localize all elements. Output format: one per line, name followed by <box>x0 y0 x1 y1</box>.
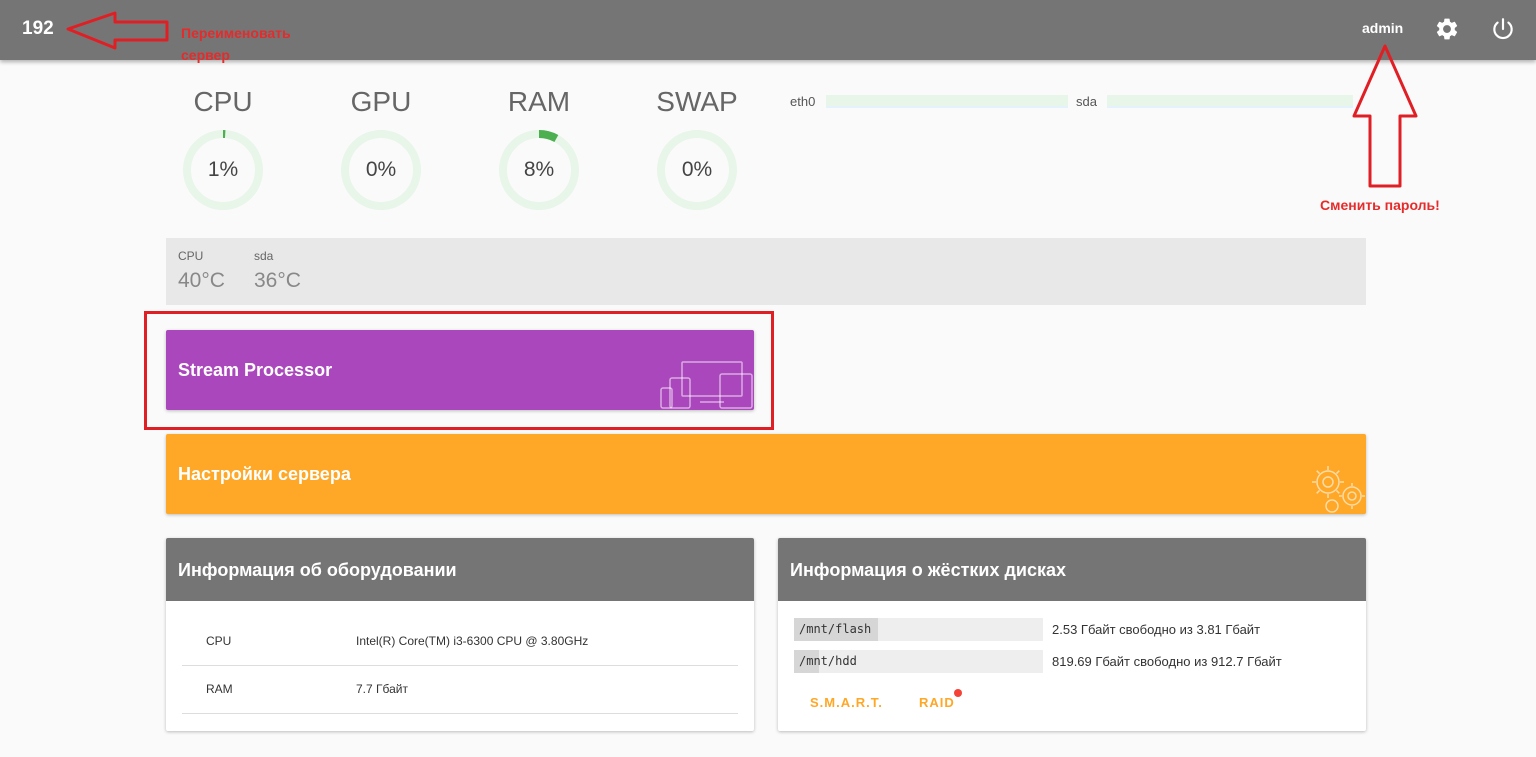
disk-path: /mnt/hdd <box>799 654 857 668</box>
gauge-ring: 0% <box>655 128 739 212</box>
devices-icon <box>660 360 754 410</box>
hw-key: RAM <box>206 682 233 696</box>
disk-path: /mnt/flash <box>799 622 872 636</box>
gauge-label: GPU <box>350 86 412 117</box>
card-title: Информация о жёстких дисках <box>790 560 1067 580</box>
card-header: Информация об оборудовании <box>166 538 754 601</box>
io-label-sda: sda <box>1076 94 1097 109</box>
gauge-label: CPU <box>193 86 253 117</box>
hw-value: Intel(R) Core(TM) i3-6300 CPU @ 3.80GHz <box>356 634 589 648</box>
smart-link[interactable]: S.M.A.R.T. <box>810 695 883 710</box>
server-name[interactable]: 192 <box>22 18 54 40</box>
gauge-gpu: GPU 0% <box>326 86 436 212</box>
card-header: Информация о жёстких дисках <box>778 538 1366 601</box>
io-bar-eth0 <box>826 95 1068 108</box>
annotation-change-password: Сменить пароль! <box>1320 197 1440 213</box>
gears-icon <box>1308 462 1366 514</box>
gauge-swap: SWAP 0% <box>642 86 752 212</box>
user-menu[interactable]: admin <box>1362 20 1403 36</box>
gauge-value: 0% <box>365 158 397 181</box>
disks-info-card: Информация о жёстких дисках /mnt/flash 2… <box>778 538 1366 731</box>
hw-value: 7.7 Гбайт <box>356 682 408 696</box>
disk-row: /mnt/flash 2.53 Гбайт свободно из 3.81 Г… <box>794 618 1334 642</box>
tile-title: Настройки сервера <box>178 464 351 484</box>
card-title: Информация об оборудовании <box>178 560 457 580</box>
gauge-cpu: CPU 1% <box>168 86 278 212</box>
gauge-ring: 8% <box>497 128 581 212</box>
gauge-ring: 1% <box>181 128 265 212</box>
gauge-label: RAM <box>507 86 571 117</box>
gauge-value: 0% <box>681 158 713 181</box>
temperature-panel: CPU 40°C sda 36°C <box>166 238 1366 305</box>
power-icon[interactable] <box>1490 16 1516 42</box>
table-row: RAM 7.7 Гбайт <box>182 666 738 714</box>
disk-usage-bar: /mnt/flash <box>794 618 1043 641</box>
annotation-rename-server: Переименовать сервер <box>181 25 291 63</box>
disk-info: 819.69 Гбайт свободно из 912.7 Гбайт <box>1052 654 1282 669</box>
stream-processor-tile[interactable]: Stream Processor <box>166 330 754 410</box>
io-label-eth0: eth0 <box>790 94 816 109</box>
gauge-ring: 0% <box>339 128 423 212</box>
temp-label: sda <box>254 249 274 263</box>
disk-row: /mnt/hdd 819.69 Гбайт свободно из 912.7 … <box>794 650 1334 674</box>
gauge-value: 1% <box>207 158 239 181</box>
temp-label: CPU <box>178 249 204 263</box>
temp-sda: sda 36°C <box>254 249 301 293</box>
disk-info: 2.53 Гбайт свободно из 3.81 Гбайт <box>1052 622 1261 637</box>
temp-value: 40°C <box>178 269 225 292</box>
raid-alert-dot <box>954 689 962 697</box>
gauge-label: SWAP <box>656 86 738 117</box>
hardware-info-card: Информация об оборудовании CPU Intel(R) … <box>166 538 754 731</box>
gauge-value: 8% <box>523 158 555 181</box>
gear-icon[interactable] <box>1434 16 1460 42</box>
temp-value: 36°C <box>254 269 301 292</box>
gauge-ram: RAM 8% <box>484 86 594 212</box>
hw-key: CPU <box>206 634 232 648</box>
table-row: CPU Intel(R) Core(TM) i3-6300 CPU @ 3.80… <box>182 618 738 666</box>
disk-usage-bar: /mnt/hdd <box>794 650 1043 673</box>
io-bar-sda <box>1107 95 1353 108</box>
server-settings-tile[interactable]: Настройки сервера <box>166 434 1366 514</box>
temp-cpu: CPU 40°C <box>178 249 225 293</box>
raid-link[interactable]: RAID <box>919 695 955 710</box>
tile-title: Stream Processor <box>178 360 333 380</box>
